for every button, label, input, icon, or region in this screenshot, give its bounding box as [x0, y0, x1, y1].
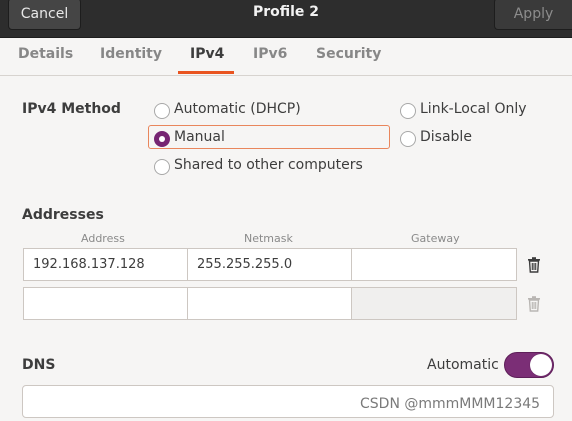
radio-label: Disable	[420, 129, 472, 145]
dns-automatic-label: Automatic	[427, 357, 499, 373]
active-tab-indicator	[178, 71, 234, 74]
radio-circle[interactable]	[400, 131, 416, 147]
column-header-netmask: Netmask	[244, 232, 293, 245]
tab-ipv4[interactable]: IPv4	[190, 46, 224, 62]
address-input[interactable]: 192.168.137.128	[24, 249, 188, 280]
tab-details[interactable]: Details	[18, 46, 73, 62]
radio-circle[interactable]	[154, 159, 170, 175]
tab-ipv6[interactable]: IPv6	[253, 46, 287, 62]
trash-icon	[525, 295, 543, 313]
tab-security[interactable]: Security	[316, 46, 381, 62]
address-row	[23, 287, 517, 320]
netmask-input[interactable]: 255.255.255.0	[188, 249, 352, 280]
address-row: 192.168.137.128 255.255.255.0	[23, 248, 517, 281]
netmask-input[interactable]	[188, 288, 352, 319]
radio-circle-selected[interactable]	[154, 131, 170, 147]
radio-circle[interactable]	[400, 103, 416, 119]
dns-automatic-switch[interactable]	[504, 352, 554, 378]
switch-knob[interactable]	[530, 354, 552, 376]
watermark: CSDN @mmmMMM12345	[360, 396, 541, 412]
ipv4-method-label: IPv4 Method	[22, 101, 121, 117]
tab-identity[interactable]: Identity	[100, 46, 162, 62]
column-header-gateway: Gateway	[411, 232, 460, 245]
dns-label: DNS	[22, 357, 56, 373]
trash-icon[interactable]	[525, 256, 543, 274]
radio-circle[interactable]	[154, 103, 170, 119]
radio-label: Shared to other computers	[174, 157, 363, 173]
tab-bar: Details Identity IPv4 IPv6 Security	[0, 38, 572, 76]
gateway-input[interactable]	[352, 249, 516, 280]
header-bar: Cancel Profile 2 Apply	[0, 0, 572, 38]
apply-button[interactable]: Apply	[494, 0, 572, 30]
radio-label: Manual	[174, 129, 225, 145]
gateway-input	[352, 288, 516, 319]
address-input[interactable]	[24, 288, 188, 319]
addresses-label: Addresses	[22, 207, 104, 223]
dialog-title: Profile 2	[252, 4, 320, 20]
radio-label: Automatic (DHCP)	[174, 101, 301, 117]
column-header-address: Address	[81, 232, 125, 245]
radio-label: Link-Local Only	[420, 101, 527, 117]
